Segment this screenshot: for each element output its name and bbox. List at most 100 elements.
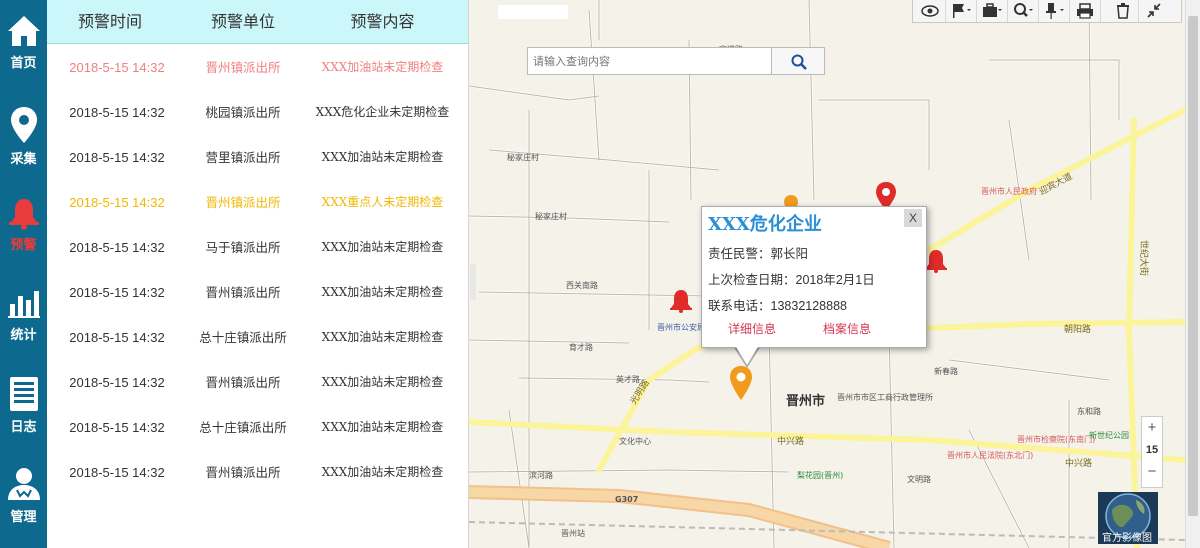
popup-phone-line: 联系电话：13832128888 <box>708 295 847 314</box>
popup-archive-link[interactable]: 档案信息 <box>823 320 871 337</box>
alarm-marker-icon[interactable] <box>925 250 947 273</box>
popup-date-line: 上次检查日期：2018年2月1日 <box>708 269 875 288</box>
map-search-input[interactable] <box>527 47 772 75</box>
log-document-icon <box>9 377 38 411</box>
map-label-wenming: 文明路 <box>907 474 931 484</box>
nav-label-log: 日志 <box>10 420 37 435</box>
map-toolbar <box>912 0 1182 23</box>
alert-unit: 晋州镇派出所 <box>205 60 281 75</box>
popup-title: XXX危化企业 <box>708 214 822 235</box>
popup-date-label: 上次检查日期： <box>708 272 796 287</box>
map-label-government: 晋州市人民政府 <box>981 186 1037 196</box>
alert-row[interactable]: 2018-5-15 14:32 总十庄镇派出所 XXX加油站未定期检查 <box>47 405 468 450</box>
alert-content: XXX加油站未定期检查 <box>321 465 444 479</box>
alert-content: XXX加油站未定期检查 <box>321 330 444 344</box>
map-label-xinshiji: 新世纪公园 <box>1089 430 1129 440</box>
page-scrollbar[interactable] <box>1185 0 1200 548</box>
alert-row[interactable]: 2018-5-15 14:32 营里镇派出所 XXX加油站未定期检查 <box>47 135 468 180</box>
nav-item-log[interactable]: 日志 <box>0 362 47 442</box>
zoom-in-button[interactable]: + <box>1142 417 1162 439</box>
nav-item-manage[interactable]: 管理 <box>0 452 47 532</box>
zoom-search-icon[interactable] <box>1008 0 1039 22</box>
alert-time: 2018-5-15 14:32 <box>69 195 165 210</box>
alert-row[interactable]: 2018-5-15 14:32 马于镇派出所 XXX加油站未定期检查 <box>47 225 468 270</box>
alert-time: 2018-5-15 14:32 <box>69 420 165 435</box>
map-label-xiguan: 西关南路 <box>566 280 598 290</box>
alert-row[interactable]: 2018-5-15 14:32 晋州镇派出所 XXX加油站未定期检查 <box>47 45 468 90</box>
nav-item-home[interactable]: 首页 <box>0 0 47 80</box>
popup-phone-value: 13832128888 <box>770 299 847 313</box>
map-label-zhongxing: 中兴路 <box>777 435 804 447</box>
nav-label-stats: 统计 <box>10 328 37 343</box>
alert-table-header: 预警时间 预警单位 预警内容 <box>47 0 468 44</box>
nav-label-collect: 采集 <box>10 152 37 167</box>
alarm-marker-icon[interactable] <box>670 290 692 313</box>
alert-unit: 马于镇派出所 <box>205 240 281 255</box>
nav-label-home: 首页 <box>10 56 37 71</box>
map-label-zhongxing-2: 中兴路 <box>1065 457 1092 469</box>
header-time: 预警时间 <box>77 12 142 31</box>
eye-icon[interactable] <box>915 0 946 22</box>
popup-officer-line: 责任民警：郭长阳 <box>708 243 808 262</box>
alert-content: XXX加油站未定期检查 <box>321 375 444 389</box>
alert-content: XXX加油站未定期检查 <box>321 240 444 254</box>
alert-unit: 晋州镇派出所 <box>205 465 281 480</box>
user-manage-icon <box>7 468 40 500</box>
alert-row[interactable]: 2018-5-15 14:32 总十庄镇派出所 XXX加油站未定期检查 <box>47 315 468 360</box>
alert-content: XXX加油站未定期检查 <box>321 60 444 74</box>
alert-content: XXX危化企业未定期检查 <box>315 105 450 119</box>
bar-chart-icon <box>7 291 40 318</box>
map-label-xinchun: 新春路 <box>934 366 958 376</box>
alert-content: XXX加油站未定期检查 <box>321 285 444 299</box>
popup-close-button[interactable]: X <box>904 209 922 227</box>
zoom-out-button[interactable]: − <box>1142 461 1162 483</box>
alert-unit: 桃园镇派出所 <box>205 105 281 120</box>
popup-date-value: 2018年2月1日 <box>795 273 875 287</box>
nav-item-stats[interactable]: 统计 <box>0 272 47 352</box>
satellite-toggle[interactable]: 官方影像图 <box>1098 492 1158 544</box>
header-unit: 预警单位 <box>210 12 275 31</box>
nav-item-collect[interactable]: 采集 <box>0 90 47 170</box>
alert-time: 2018-5-15 14:32 <box>69 375 165 390</box>
alert-row[interactable]: 2018-5-15 14:32 桃园镇派出所 XXX危化企业未定期检查 <box>47 90 468 135</box>
alert-unit: 晋州镇派出所 <box>205 375 281 390</box>
alert-time: 2018-5-15 14:32 <box>69 285 165 300</box>
alert-row[interactable]: 2018-5-15 14:32 晋州镇派出所 XXX加油站未定期检查 <box>47 270 468 315</box>
home-icon <box>7 16 40 46</box>
map-label-station: 晋州站 <box>561 528 585 538</box>
print-icon[interactable] <box>1070 0 1101 22</box>
info-popup: XXX危化企业 X 责任民警：郭长阳 上次检查日期：2018年2月1日 联系电话… <box>701 206 927 348</box>
alert-panel: 预警时间 预警单位 预警内容 2018-5-15 14:32 晋州镇派出所 XXX加… <box>47 0 469 548</box>
search-icon <box>791 54 807 70</box>
panel-collapse-handle[interactable] <box>470 264 476 300</box>
alert-row[interactable]: 2018-5-15 14:32 晋州镇派出所 XXX加油站未定期检查 <box>47 360 468 405</box>
zoom-level: 15 <box>1145 444 1159 456</box>
nav-label-alert: 预警 <box>10 238 37 253</box>
map-label-court: 晋州市人民法院(东北门) <box>947 450 1033 460</box>
map-label-culture: 文化中心 <box>619 436 651 446</box>
zoom-control: + 15 − <box>1141 416 1163 488</box>
shrink-icon[interactable] <box>1139 0 1169 22</box>
map-label-binhe: 滨河路 <box>529 470 553 480</box>
map-label-shiji: 世纪大街 <box>1138 240 1150 276</box>
toolbox-icon[interactable] <box>977 0 1008 22</box>
alert-time: 2018-5-15 14:32 <box>69 465 165 480</box>
alarm-bell-icon <box>8 199 39 230</box>
alert-row[interactable]: 2018-5-15 14:32 晋州镇派出所 XXX重点人未定期检查 <box>47 180 468 225</box>
flag-icon[interactable] <box>946 0 977 22</box>
nav-item-alert[interactable]: 预警 <box>0 182 47 262</box>
orange-location-marker-icon[interactable] <box>730 366 752 400</box>
scrollbar-thumb[interactable] <box>1188 16 1198 516</box>
popup-officer-value: 郭长阳 <box>770 246 809 261</box>
map-label-mujia-2: 秘家庄村 <box>507 152 539 162</box>
alert-unit: 总十庄镇派出所 <box>199 330 287 345</box>
pin-icon[interactable] <box>1039 0 1070 22</box>
map-label-chaoyang: 朝阳路 <box>1064 323 1091 335</box>
map-label-park: 梨花园(晋州) <box>797 470 843 480</box>
map-search-button[interactable] <box>771 47 825 75</box>
alert-content: XXX加油站未定期检查 <box>321 150 444 164</box>
trash-icon[interactable] <box>1108 0 1139 22</box>
alert-row[interactable]: 2018-5-15 14:32 晋州镇派出所 XXX加油站未定期检查 <box>47 450 468 495</box>
alert-unit: 晋州镇派出所 <box>205 285 281 300</box>
popup-detail-link[interactable]: 详细信息 <box>728 320 776 337</box>
